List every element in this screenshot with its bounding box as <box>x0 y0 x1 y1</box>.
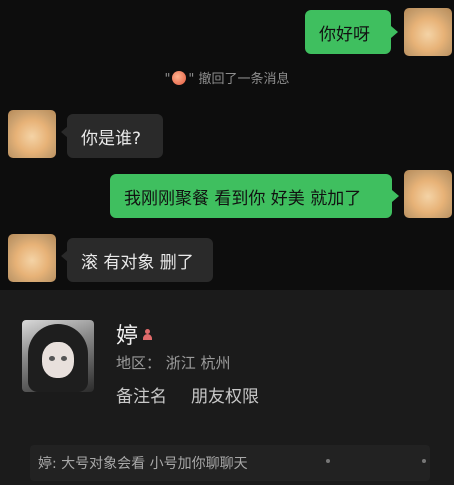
remark-name-link[interactable]: 备注名 <box>116 382 167 407</box>
cat-avatar-icon[interactable] <box>8 234 56 282</box>
message-text: 我刚刚聚餐 看到你 好美 就加了 <box>124 188 362 209</box>
message-text: 你好呀 <box>319 24 370 45</box>
profile-actions: 备注名 朋友权限 <box>116 382 259 407</box>
dot-icon <box>422 459 426 463</box>
dot-icon <box>326 459 330 463</box>
profile-region: 地区： 浙江 杭州 <box>116 354 231 372</box>
cat-avatar-icon[interactable] <box>8 110 56 158</box>
cat-avatar-icon[interactable] <box>404 8 452 56</box>
chat-area: 你好呀 " " 撤回了一条消息 你是谁? 我刚刚聚餐 看到你 好美 就加了 滚 有… <box>0 0 454 290</box>
moment-preview-text: 婷: 大号对象会看 小号加你聊聊天 <box>38 456 248 472</box>
peach-emoji-icon <box>172 71 187 85</box>
profile-name-line: 婷 <box>116 318 153 350</box>
profile-avatar[interactable] <box>22 320 94 392</box>
message-bubble-in[interactable]: 滚 有对象 删了 <box>67 238 213 282</box>
friend-permissions-link[interactable]: 朋友权限 <box>191 382 259 407</box>
message-bubble-out[interactable]: 我刚刚聚餐 看到你 好美 就加了 <box>110 174 392 218</box>
message-bubble-out[interactable]: 你好呀 <box>305 10 391 54</box>
bubble-tail <box>391 26 398 38</box>
contact-profile-panel: 婷 地区： 浙江 杭州 备注名 朋友权限 婷: 大号对象会看 小号加你聊聊天 <box>0 290 454 485</box>
recall-notice: " " 撤回了一条消息 <box>164 71 290 87</box>
moment-preview[interactable]: 婷: 大号对象会看 小号加你聊聊天 <box>30 445 430 481</box>
message-text: 你是谁? <box>81 128 142 149</box>
bubble-tail <box>392 190 399 202</box>
female-icon <box>142 328 153 340</box>
message-bubble-in[interactable]: 你是谁? <box>67 114 163 158</box>
profile-name: 婷 <box>116 324 139 349</box>
message-text: 滚 有对象 删了 <box>81 252 194 273</box>
cat-avatar-icon[interactable] <box>404 170 452 218</box>
